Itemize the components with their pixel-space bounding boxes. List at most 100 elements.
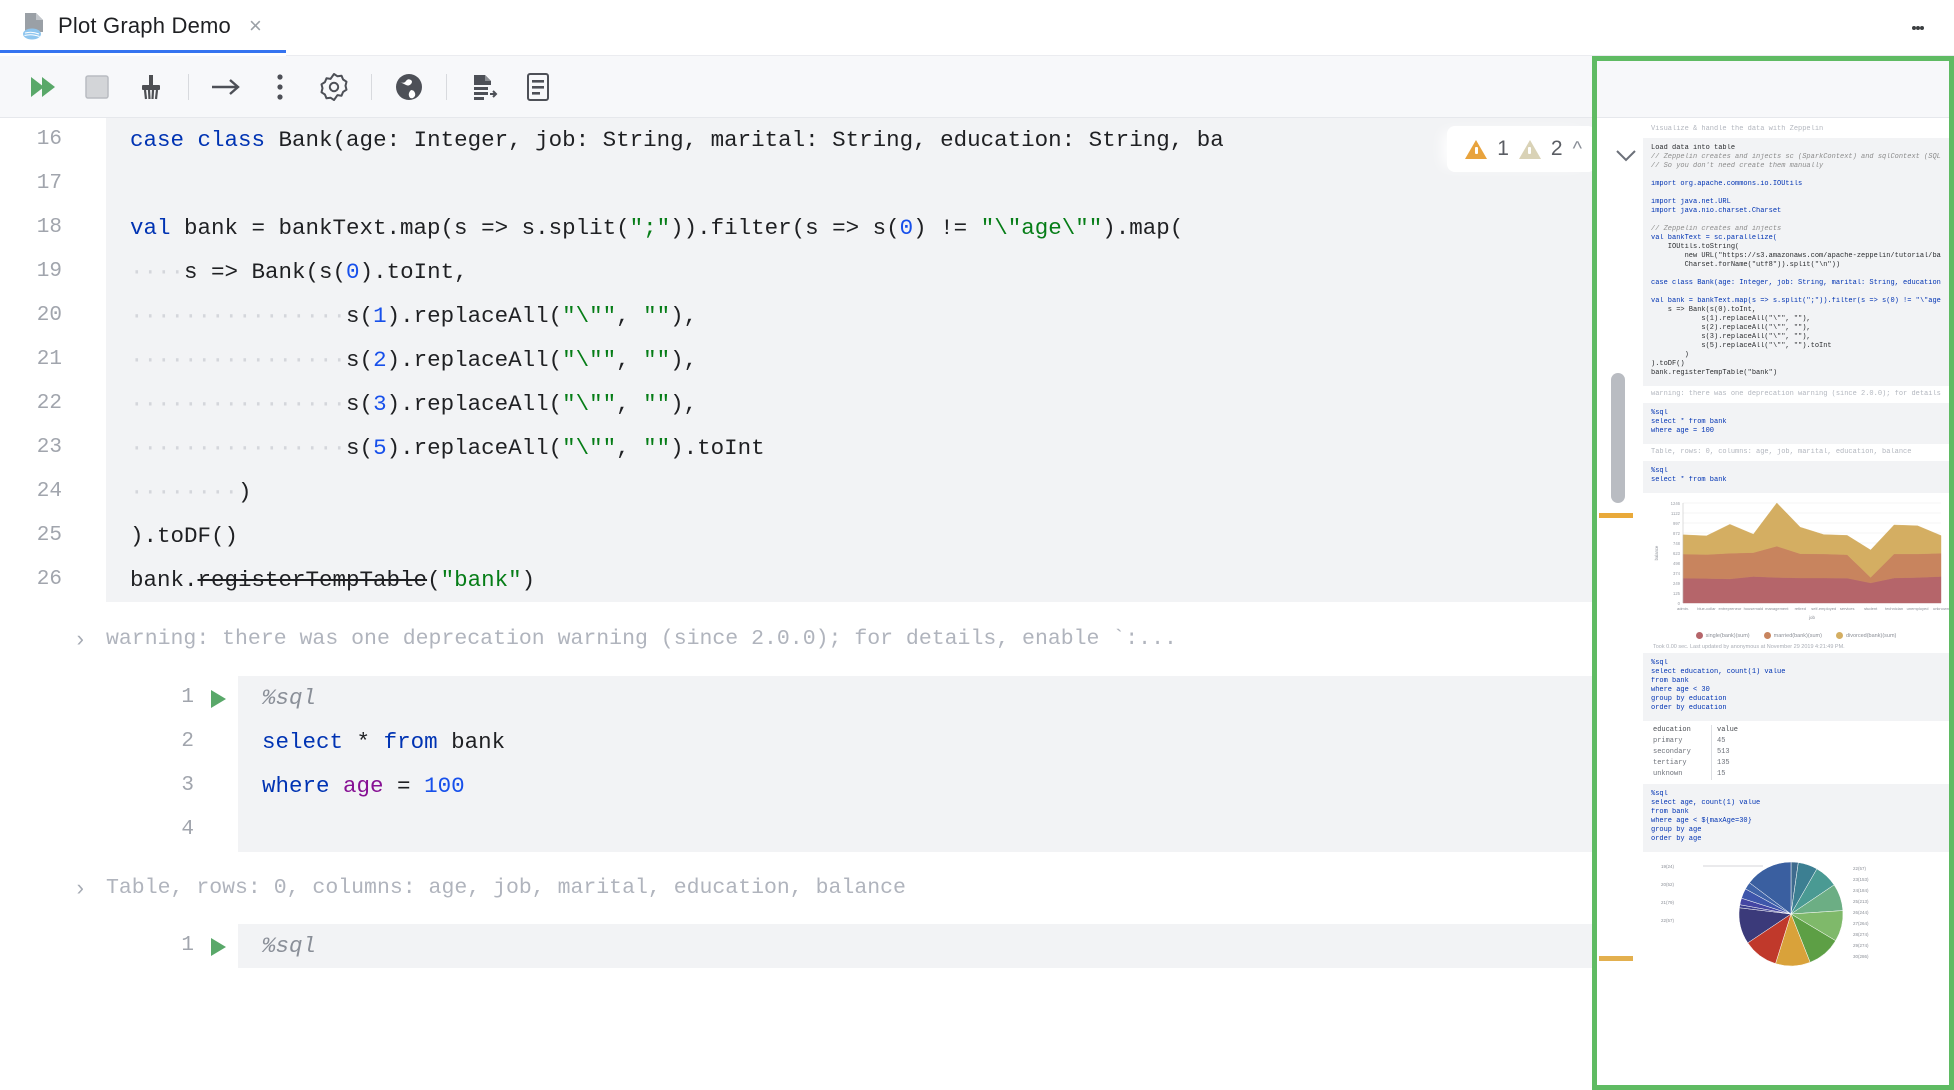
- code-editor[interactable]: 16 case class Bank(age: Integer, job: Str…: [0, 118, 1596, 1090]
- preview-code-line: [1651, 216, 1941, 225]
- chart-legend: single(bank)(sum) married(bank)(sum) divor…: [1649, 630, 1943, 639]
- svg-text:entrepreneur: entrepreneur: [1718, 606, 1742, 611]
- table-row: primary 45: [1653, 736, 1939, 747]
- code-line-text: ················s(3).replaceAll("\"", ""…: [130, 391, 698, 417]
- export-notebook-button[interactable]: [461, 64, 507, 110]
- run-cell-button[interactable]: [208, 924, 238, 968]
- legend-label: single(bank)(sum): [1705, 632, 1750, 639]
- code-line[interactable]: 3 where age = 100: [132, 764, 1596, 808]
- table-header-cell: value: [1711, 725, 1751, 736]
- code-line[interactable]: 23 ················s(5).replaceAll("\"", …: [0, 426, 1596, 470]
- preview-code-line: s => Bank(s(0).toInt,: [1651, 306, 1757, 314]
- scala-cell[interactable]: 16 case class Bank(age: Integer, job: Str…: [0, 118, 1596, 602]
- preview-code-line: [1651, 189, 1941, 198]
- code-line[interactable]: 16 case class Bank(age: Integer, job: Str…: [0, 118, 1596, 162]
- code-line[interactable]: 18 val bank = bankText.map(s => s.split("…: [0, 206, 1596, 250]
- code-line-text: ).toDF(): [130, 523, 239, 549]
- preview-code-line: order by age: [1651, 835, 1702, 843]
- preview-code-line: s(2).replaceAll("\"", ""),: [1651, 324, 1811, 332]
- code-line[interactable]: 4: [132, 808, 1596, 852]
- run-gutter-slot: [76, 426, 106, 470]
- preview-panel-body[interactable]: Visualize & handle the data with Zeppeli…: [1597, 118, 1949, 1085]
- preview-code-line: group by age: [1651, 826, 1702, 834]
- sql-cell-2[interactable]: 1 %sql: [132, 924, 1596, 968]
- expand-output-chevron-icon[interactable]: ›: [0, 626, 106, 652]
- code-line[interactable]: 25).toDF(): [0, 514, 1596, 558]
- svg-text:retired: retired: [1795, 606, 1806, 611]
- code-line[interactable]: 22 ················s(3).replaceAll("\"", …: [0, 382, 1596, 426]
- preview-code-block-3: %sql select * from bank: [1643, 461, 1949, 493]
- code-line-text: ················s(2).replaceAll("\"", ""…: [130, 347, 698, 373]
- code-line[interactable]: 1 %sql: [132, 924, 1596, 968]
- chart-caption: Took 0.00 sec. Last updated by anonymous…: [1653, 644, 1845, 650]
- preview-result-table: education value primary 45 secondary 513 terti…: [1643, 721, 1949, 784]
- svg-text:249: 249: [1673, 581, 1681, 586]
- interpreter-binding-button[interactable]: [386, 64, 432, 110]
- chevron-up-icon[interactable]: ^: [1573, 138, 1582, 161]
- document-icon[interactable]: [515, 64, 561, 110]
- svg-text:623: 623: [1673, 551, 1681, 556]
- svg-text:job: job: [1808, 615, 1816, 620]
- clear-output-button[interactable]: [128, 64, 174, 110]
- warning-tan-icon: [1518, 139, 1541, 159]
- preview-code-line: select * from bank: [1651, 418, 1727, 426]
- expand-output-chevron-icon[interactable]: ›: [0, 875, 106, 901]
- run-all-paragraphs-button[interactable]: [20, 64, 66, 110]
- sql-output-row[interactable]: › Table, rows: 0, columns: age, job, mar…: [0, 852, 1596, 924]
- preview-code-line: s(5).replaceAll("\"", "").toInt: [1651, 342, 1832, 350]
- paragraph-options-button[interactable]: [257, 64, 303, 110]
- preview-code-line: select * from bank: [1651, 476, 1727, 484]
- move-paragraph-button[interactable]: [203, 64, 249, 110]
- line-number: 26: [0, 558, 76, 602]
- table-header-cell: education: [1653, 726, 1691, 734]
- svg-text:management: management: [1765, 606, 1789, 611]
- preview-code-line: where age = 100: [1651, 427, 1715, 435]
- table-header-row: education value: [1653, 725, 1939, 736]
- warning-tan-count: 2: [1550, 137, 1563, 160]
- table-cell: tertiary: [1653, 759, 1687, 767]
- code-line[interactable]: 26 bank.registerTempTable("bank"): [0, 558, 1596, 602]
- chevron-down-icon[interactable]: [1615, 146, 1637, 169]
- preview-warning-marker[interactable]: [1599, 513, 1633, 518]
- notebook-icon: [22, 12, 46, 40]
- run-gutter-slot: [208, 764, 238, 808]
- svg-text:30(286): 30(286): [1853, 954, 1869, 959]
- legend-item: single(bank)(sum): [1695, 632, 1750, 639]
- sql-cell-1[interactable]: 1 %sql 2 select * from bank 3 where age = 100…: [132, 676, 1596, 852]
- code-line[interactable]: 1 %sql: [132, 676, 1596, 720]
- table-cell: 15: [1711, 769, 1751, 780]
- legend-color-dot: [1835, 632, 1843, 639]
- run-gutter-slot: [76, 382, 106, 426]
- close-icon[interactable]: ×: [243, 11, 268, 41]
- svg-text:872: 872: [1673, 531, 1681, 536]
- line-number: 20: [0, 294, 76, 338]
- notebook-preview-panel[interactable]: Visualize & handle the data with Zeppeli…: [1592, 56, 1954, 1090]
- line-number: 3: [132, 764, 208, 808]
- code-line[interactable]: 2 select * from bank: [132, 720, 1596, 764]
- preview-scrollbar-thumb[interactable]: [1611, 373, 1625, 503]
- code-line[interactable]: 17: [0, 162, 1596, 206]
- preview-code-line: %sql: [1651, 467, 1668, 475]
- warning-amber-count: 1: [1497, 137, 1509, 160]
- code-inspector-widget[interactable]: 1 2 ^: [1447, 126, 1596, 172]
- preview-code-line: import org.apache.commons.io.IOUtils: [1651, 180, 1803, 188]
- run-cell-button[interactable]: [208, 676, 238, 720]
- svg-text:unknown: unknown: [1933, 606, 1949, 611]
- code-line-text: select * from bank: [262, 729, 506, 755]
- stop-execution-button[interactable]: [74, 64, 120, 110]
- settings-button[interactable]: [311, 64, 357, 110]
- preview-code-line: // So you don't need create them manuall…: [1651, 162, 1824, 170]
- code-line[interactable]: 19 ····s => Bank(s(0).toInt,: [0, 250, 1596, 294]
- scala-output-row[interactable]: › warning: there was one deprecation war…: [0, 602, 1596, 676]
- code-line[interactable]: 21 ················s(2).replaceAll("\"", …: [0, 338, 1596, 382]
- preview-code-line: %sql: [1651, 409, 1668, 417]
- code-line[interactable]: 24 ········): [0, 470, 1596, 514]
- preview-warning-marker-2[interactable]: [1599, 956, 1633, 961]
- tab-plot-graph-demo[interactable]: Plot Graph Demo ×: [0, 0, 286, 56]
- code-line-text: bank.registerTempTable("bank"): [130, 567, 536, 593]
- preview-code-line: val bank = bankText.map(s => s.split(";"…: [1651, 297, 1941, 305]
- code-line[interactable]: 20 ················s(1).replaceAll("\"", …: [0, 294, 1596, 338]
- svg-text:748: 748: [1673, 541, 1681, 546]
- kebab-menu-icon[interactable]: [1900, 10, 1936, 46]
- table-cell: 513: [1711, 747, 1751, 758]
